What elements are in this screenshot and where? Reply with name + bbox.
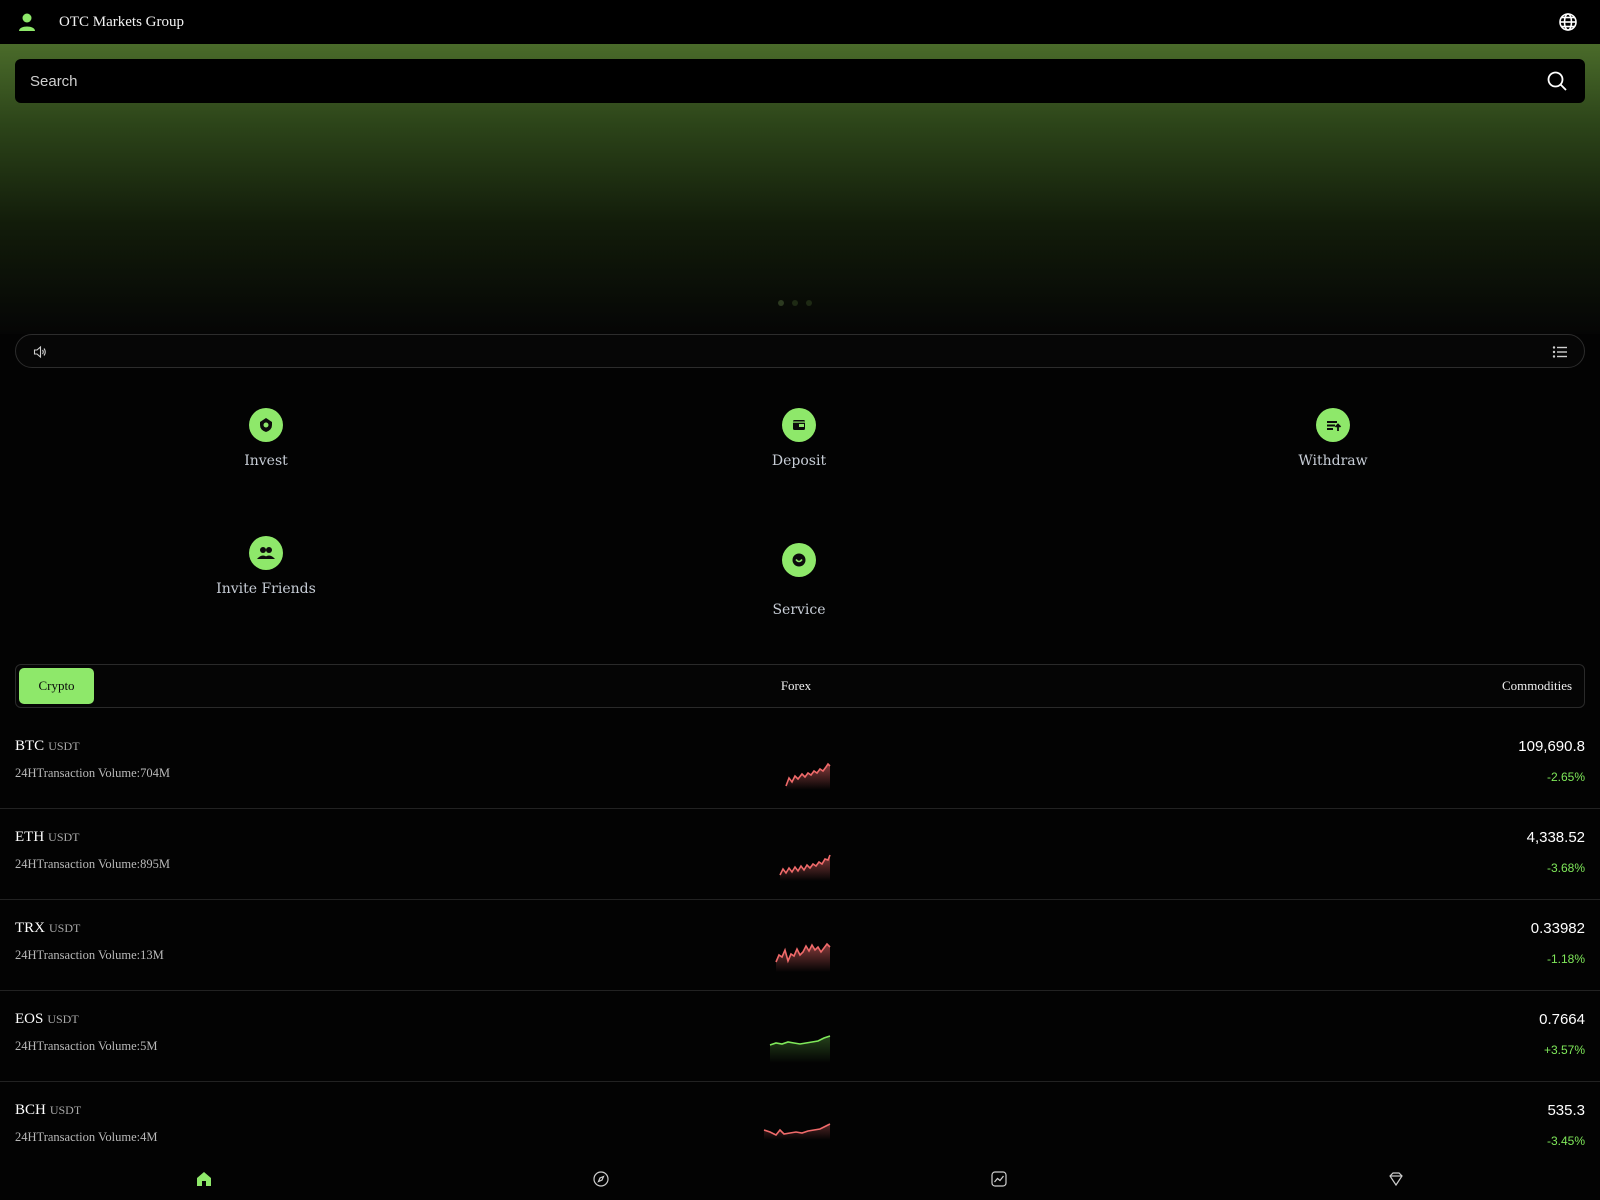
change-percent: -3.45% xyxy=(1546,1134,1585,1148)
speaker-icon xyxy=(33,345,47,359)
market-row-eth[interactable]: ETH USDT 24HTransaction Volume:895M 4,338… xyxy=(0,809,1600,900)
quote-symbol: USDT xyxy=(49,1103,82,1117)
notice-bar[interactable] xyxy=(15,334,1585,368)
quote-symbol: USDT xyxy=(48,830,80,844)
friends-icon xyxy=(249,536,283,570)
search-input[interactable] xyxy=(30,72,1546,90)
carousel-dot[interactable] xyxy=(778,300,784,306)
service-button[interactable]: Service xyxy=(699,543,899,618)
invest-icon xyxy=(249,408,283,442)
volume-text: 24HTransaction Volume:704M xyxy=(15,766,170,780)
chart-icon[interactable] xyxy=(990,1170,1008,1188)
base-symbol: BCH xyxy=(15,1102,46,1118)
home-icon[interactable] xyxy=(195,1170,213,1188)
price-value: 535.3 xyxy=(1547,1102,1585,1119)
pair-label: BCH USDT xyxy=(15,1102,81,1119)
app-title: OTC Markets Group xyxy=(59,13,184,30)
sparkline-chart xyxy=(763,1123,831,1140)
sparkline-chart xyxy=(779,854,831,881)
pair-label: BTC USDT xyxy=(15,738,80,755)
sparkline-chart xyxy=(775,942,831,972)
tab-commodities[interactable]: Commodities xyxy=(1491,668,1583,704)
volume-text: 24HTransaction Volume:5M xyxy=(15,1039,158,1053)
volume-text: 24HTransaction Volume:13M xyxy=(15,948,164,962)
volume-text: 24HTransaction Volume:895M xyxy=(15,857,170,871)
invest-label: Invest xyxy=(244,453,288,469)
withdraw-label: Withdraw xyxy=(1298,453,1368,469)
invite-friends-label: Invite Friends xyxy=(216,581,316,597)
invite-friends-button[interactable]: Invite Friends xyxy=(166,536,366,597)
price-value: 0.33982 xyxy=(1530,920,1585,937)
search-icon[interactable] xyxy=(1546,70,1568,92)
tab-crypto[interactable]: Crypto xyxy=(19,668,94,704)
bottom-nav xyxy=(0,1160,1600,1200)
base-symbol: TRX xyxy=(15,920,45,936)
list-icon[interactable] xyxy=(1552,344,1568,360)
carousel-dot[interactable] xyxy=(806,300,812,306)
top-bar: OTC Markets Group xyxy=(0,0,1600,44)
change-percent: -2.65% xyxy=(1546,770,1585,784)
base-symbol: ETH xyxy=(15,829,45,845)
globe-icon[interactable] xyxy=(1558,12,1578,32)
quote-symbol: USDT xyxy=(47,1012,79,1026)
support-icon xyxy=(782,543,816,577)
price-value: 4,338.52 xyxy=(1526,829,1585,846)
deposit-button[interactable]: Deposit xyxy=(699,408,899,469)
market-row-btc[interactable]: BTC USDT 24HTransaction Volume:704M 109,6… xyxy=(0,718,1600,809)
base-symbol: EOS xyxy=(15,1011,44,1027)
search-bar[interactable] xyxy=(15,59,1585,103)
tab-forex[interactable]: Forex xyxy=(751,668,841,704)
market-tabs: Crypto Forex Commodities xyxy=(15,664,1585,708)
base-symbol: BTC xyxy=(15,738,45,754)
quote-symbol: USDT xyxy=(49,921,81,935)
service-label: Service xyxy=(772,602,826,618)
user-icon[interactable] xyxy=(15,10,39,34)
price-value: 109,690.8 xyxy=(1518,738,1585,755)
price-value: 0.7664 xyxy=(1539,1011,1585,1028)
pair-label: ETH USDT xyxy=(15,829,80,846)
pair-label: TRX USDT xyxy=(15,920,80,937)
change-percent: -1.18% xyxy=(1546,952,1585,966)
change-percent: -3.68% xyxy=(1546,861,1585,875)
wallet-icon xyxy=(782,408,816,442)
sparkline-chart xyxy=(769,1035,831,1063)
volume-text: 24HTransaction Volume:4M xyxy=(15,1130,158,1144)
invest-button[interactable]: Invest xyxy=(166,408,366,469)
carousel-dot[interactable] xyxy=(792,300,798,306)
withdraw-icon xyxy=(1316,408,1350,442)
compass-icon[interactable] xyxy=(592,1170,610,1188)
sparkline-chart xyxy=(785,762,831,790)
withdraw-button[interactable]: Withdraw xyxy=(1233,408,1433,469)
diamond-icon[interactable] xyxy=(1387,1170,1405,1188)
change-percent: +3.57% xyxy=(1543,1043,1585,1057)
market-row-eos[interactable]: EOS USDT 24HTransaction Volume:5M 0.7664 … xyxy=(0,991,1600,1082)
quote-symbol: USDT xyxy=(48,739,80,753)
carousel-indicator xyxy=(778,300,812,306)
deposit-label: Deposit xyxy=(771,453,827,469)
pair-label: EOS USDT xyxy=(15,1011,79,1028)
market-row-trx[interactable]: TRX USDT 24HTransaction Volume:13M 0.3398… xyxy=(0,900,1600,991)
